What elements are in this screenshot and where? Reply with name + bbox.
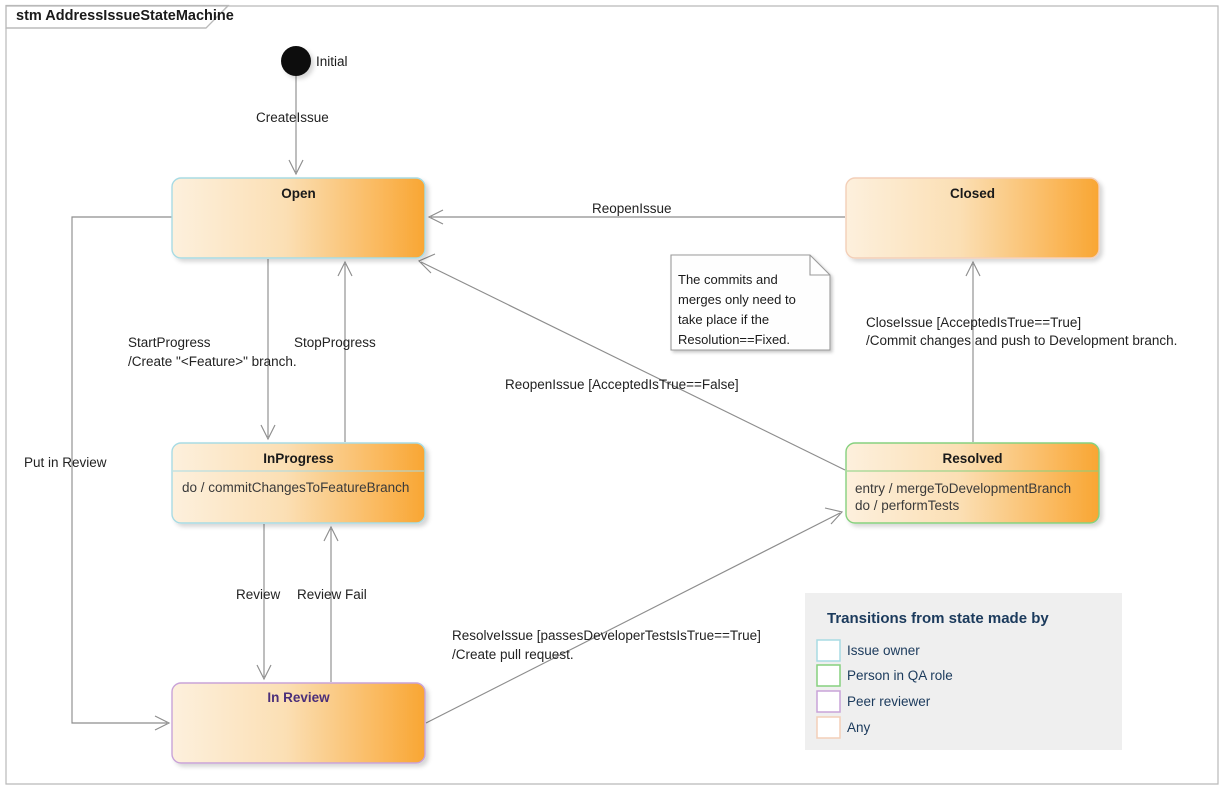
legend-swatch-issue-owner [816,639,841,662]
label-resolve-issue-line1: ResolveIssue [passesDeveloperTestsIsTrue… [452,628,761,643]
note-box: The commits and merges only need to take… [670,254,831,351]
state-machine-diagram-canvas: stm AddressIssueStateMachine Open Closed… [0,0,1225,797]
legend-swatch-any [816,716,841,739]
legend-item-qa-role: Person in QA role [816,664,953,687]
label-reopen-issue-accepted-false: ReopenIssue [AcceptedIsTrue==False] [505,377,739,392]
label-put-in-review: Put in Review [24,455,107,470]
edge-inreview-to-inprogress [323,525,339,682]
label-start-progress-line2: /Create "<Feature>" branch. [128,354,297,369]
diagram-svg: stm AddressIssueStateMachine Open Closed… [5,4,1219,785]
note-line-2: merges only need to [678,292,796,307]
legend-item-peer-reviewer: Peer reviewer [816,690,931,713]
frame-title: stm AddressIssueStateMachine [16,8,234,24]
label-close-issue-line1: CloseIssue [AcceptedIsTrue==True] [866,315,1081,330]
label-reopen-issue: ReopenIssue [592,201,672,216]
note-line-3: take place if the [678,312,769,327]
edge-inprogress-to-open [337,260,353,442]
note-line-1: The commits and [678,272,778,287]
state-resolved-activity-1: entry / mergeToDevelopmentBranch [855,481,1071,496]
note-line-4: Resolution==Fixed. [678,332,790,347]
label-create-issue: CreateIssue [256,110,329,125]
state-open-title: Open [281,186,316,201]
initial-state-label: Initial [316,54,348,69]
label-resolve-issue-line2: /Create pull request. [452,647,574,662]
legend-title: Transitions from state made by [827,610,1049,627]
legend-panel: Transitions from state made by Issue own… [805,593,1122,750]
state-node-inprogress[interactable]: InProgress do / commitChangesToFeatureBr… [171,442,426,524]
legend-label-qa-role: Person in QA role [847,668,953,683]
state-node-inreview[interactable]: In Review [171,682,426,764]
label-close-issue-line2: /Commit changes and push to Development … [866,333,1177,348]
state-node-open[interactable]: Open [171,177,426,259]
state-inreview-title: In Review [267,690,330,705]
label-review: Review [236,587,281,602]
initial-pseudostate[interactable]: Initial [281,46,348,76]
label-start-progress-line1: StartProgress [128,335,211,350]
label-review-fail: Review Fail [297,587,367,602]
state-inprogress-title: InProgress [263,451,334,466]
legend-label-issue-owner: Issue owner [847,643,920,658]
state-closed-title: Closed [950,186,995,201]
label-stop-progress: StopProgress [294,335,376,350]
legend-item-issue-owner: Issue owner [816,639,920,662]
legend-swatch-peer-reviewer [816,690,841,713]
edge-inreview-to-resolved [425,507,844,724]
initial-state-circle[interactable] [281,46,311,76]
legend-label-peer-reviewer: Peer reviewer [847,694,931,709]
legend-swatch-qa-role [816,664,841,687]
state-node-closed[interactable]: Closed [845,177,1100,259]
state-resolved-title: Resolved [942,451,1002,466]
state-resolved-activity-2: do / performTests [855,498,960,513]
edge-open-to-inprogress [260,259,276,441]
state-inprogress-activity-1: do / commitChangesToFeatureBranch [182,480,409,495]
edge-resolved-to-closed [965,260,981,442]
state-node-resolved[interactable]: Resolved entry / mergeToDevelopmentBranc… [845,442,1100,524]
edge-open-to-inreview [71,216,172,731]
legend-label-any: Any [847,720,871,735]
edge-initial-to-open [288,76,304,176]
